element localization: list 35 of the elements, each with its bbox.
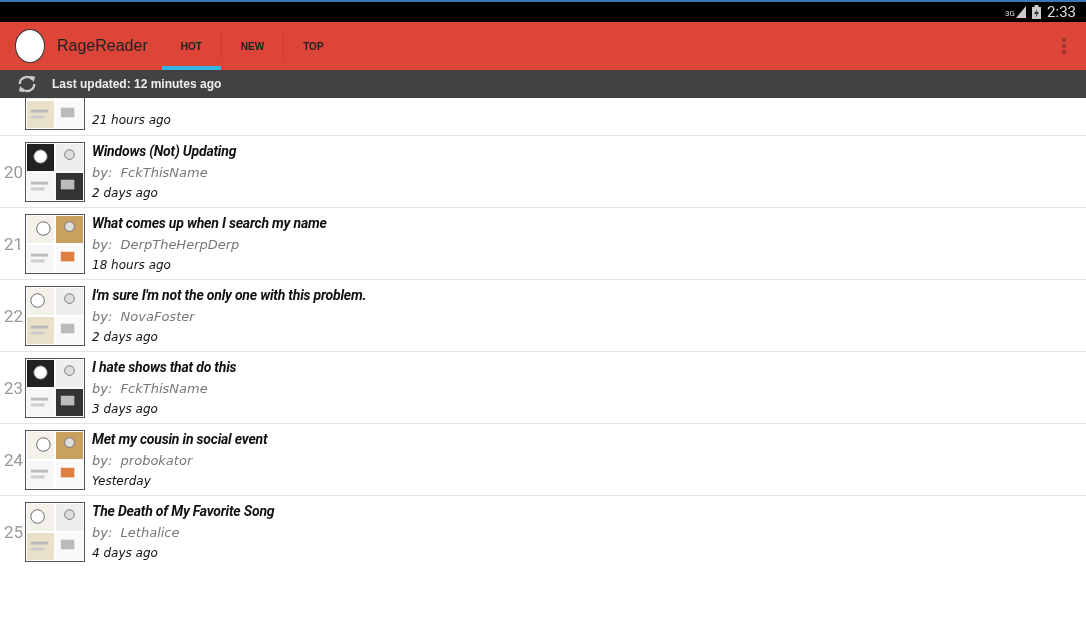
refresh-icon[interactable] bbox=[16, 73, 38, 95]
post-time: 2 days ago bbox=[92, 330, 159, 344]
post-author: by: DerpTheHerpDerp bbox=[92, 237, 241, 252]
post-title[interactable]: What comes up when I search my name bbox=[92, 215, 327, 231]
last-updated-text: Last updated: 12 minutes ago bbox=[52, 77, 222, 91]
post-time: Yesterday bbox=[92, 474, 152, 488]
post-time: 2 days ago bbox=[92, 186, 159, 200]
app-title: RageReader bbox=[57, 37, 148, 55]
battery-icon bbox=[1032, 5, 1042, 19]
post-title[interactable]: The Death of My Favorite Song bbox=[92, 503, 275, 519]
post-time: 3 days ago bbox=[92, 402, 159, 416]
tab[interactable]: TOP bbox=[284, 22, 343, 70]
post-author: by: NovaFoster bbox=[92, 309, 196, 324]
post-number: 20 bbox=[2, 161, 23, 182]
post-author: by: probokator bbox=[92, 453, 194, 468]
post-author: by: FckThisName bbox=[92, 165, 209, 180]
post-author: by: Lethalice bbox=[92, 525, 181, 540]
post-title[interactable]: Met my cousin in social event bbox=[92, 431, 268, 447]
post-number: 23 bbox=[2, 377, 23, 398]
post-author: by: FckThisName bbox=[92, 381, 209, 396]
post-number: 24 bbox=[2, 449, 23, 470]
post-number: 22 bbox=[2, 305, 23, 326]
post-time: 4 days ago bbox=[92, 546, 159, 560]
tab[interactable]: NEW bbox=[221, 22, 284, 70]
logo-icon bbox=[15, 29, 45, 63]
post-time: 21 hours ago bbox=[92, 113, 171, 127]
signal-icon bbox=[1016, 6, 1027, 18]
post-title[interactable]: I'm sure I'm not the only one with this problem. bbox=[92, 287, 367, 303]
post-number: 25 bbox=[2, 521, 23, 542]
clock: 2:33 bbox=[1047, 3, 1076, 21]
post-time: 18 hours ago bbox=[92, 258, 172, 272]
post-title[interactable]: Windows (Not) Updating bbox=[92, 143, 237, 159]
post-title[interactable]: I hate shows that do this bbox=[92, 359, 237, 375]
network-type: 3G bbox=[1005, 9, 1016, 18]
post-number: 21 bbox=[2, 233, 23, 254]
